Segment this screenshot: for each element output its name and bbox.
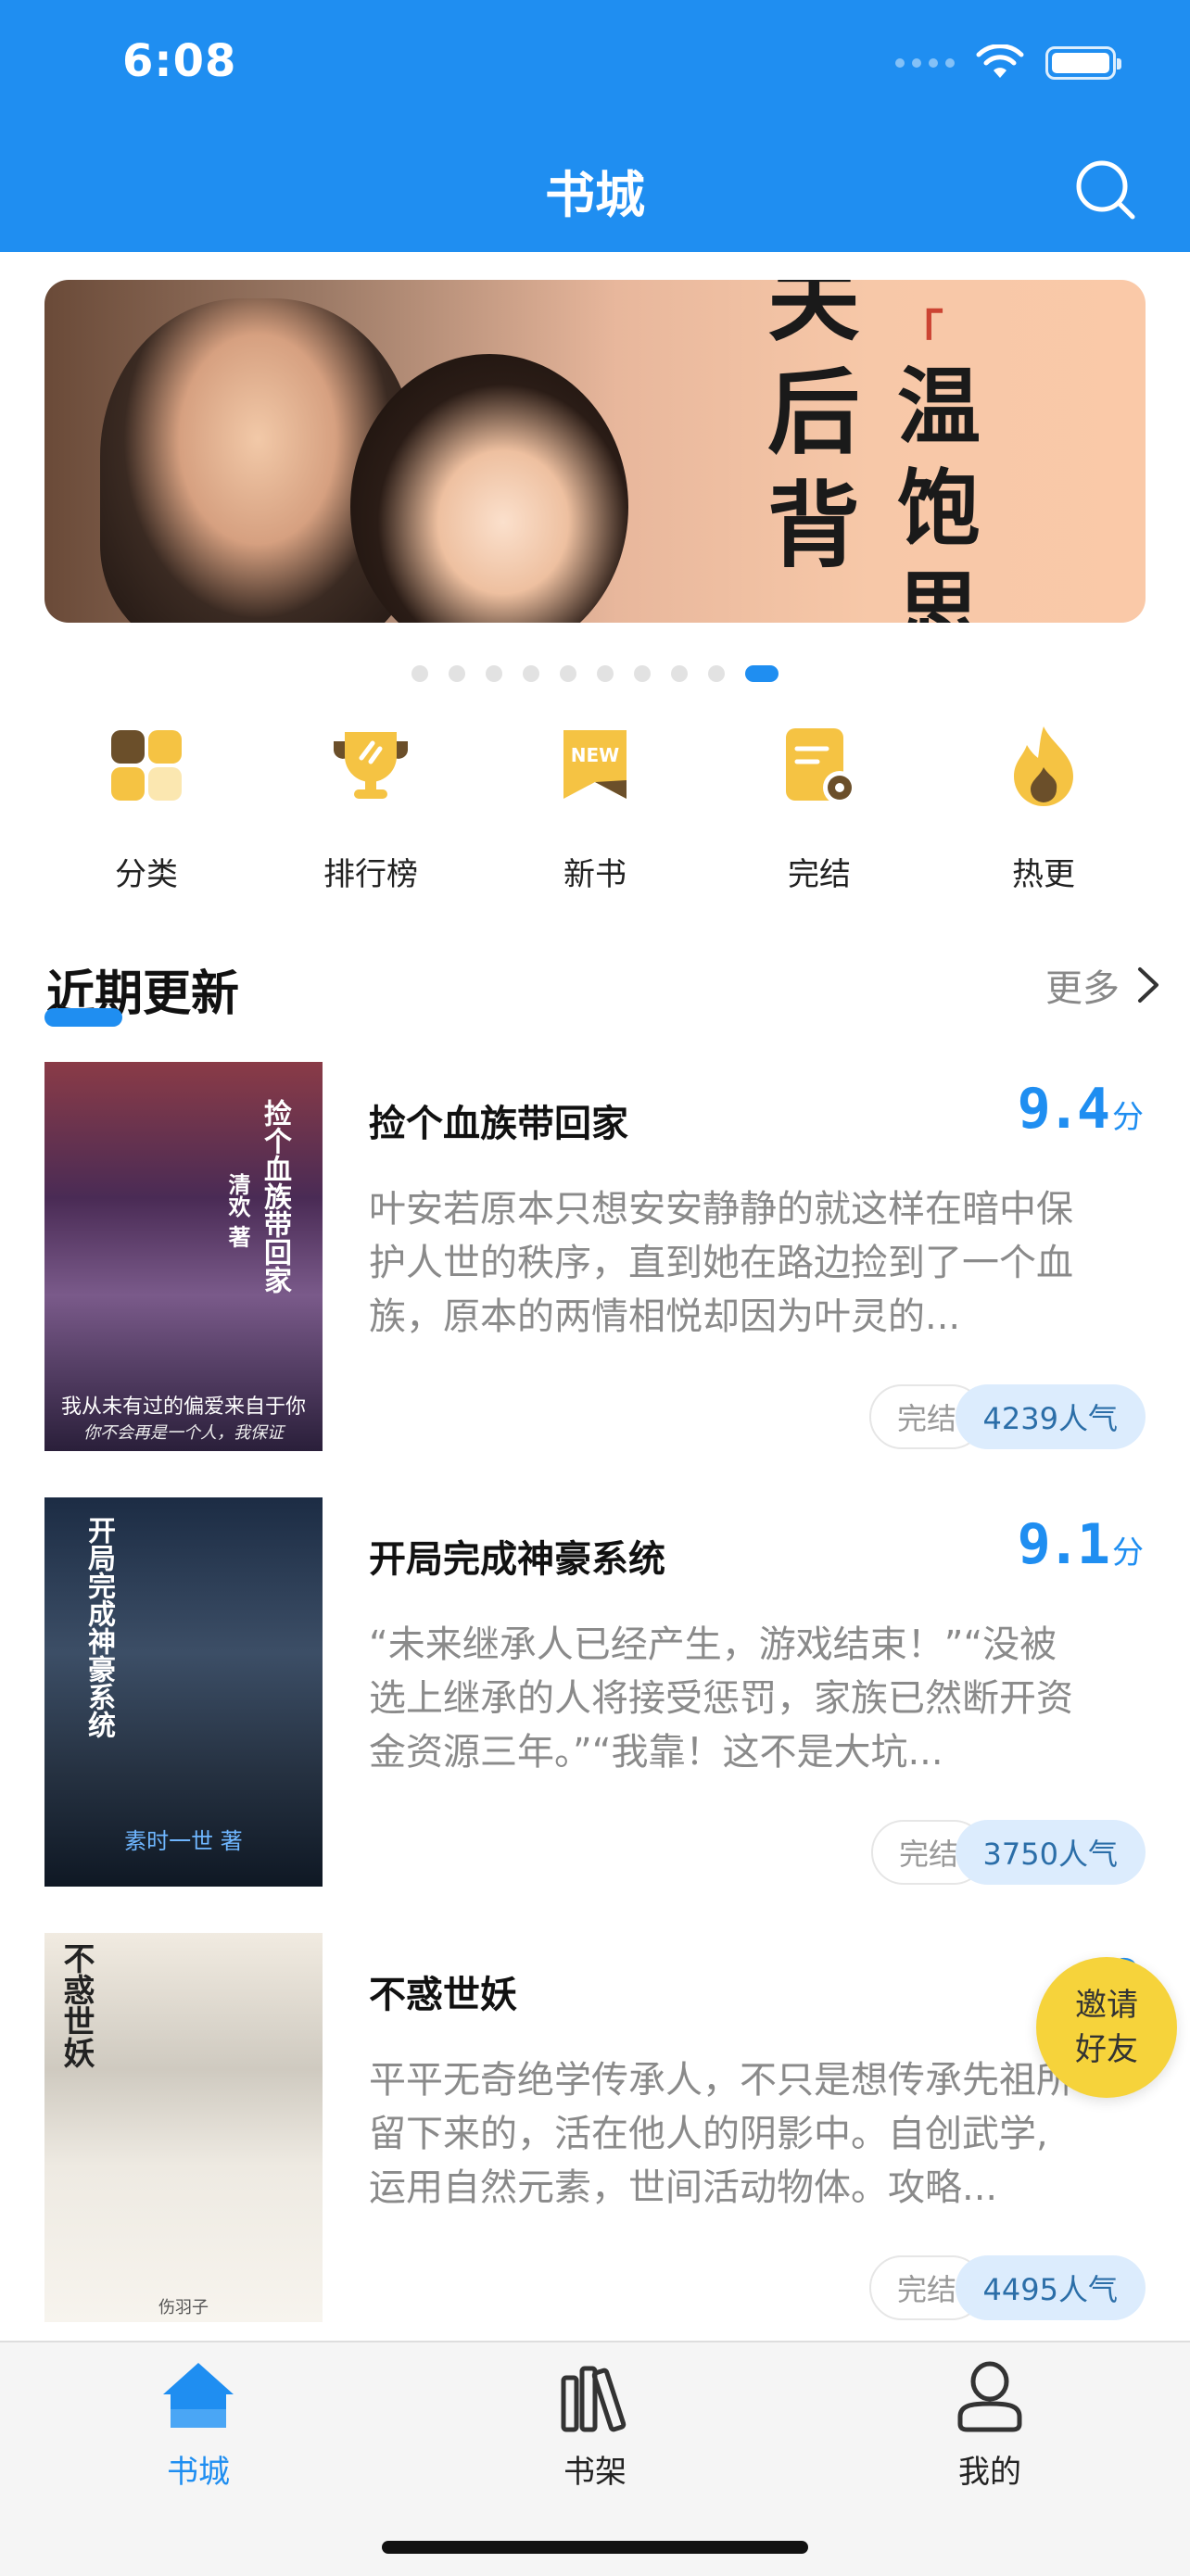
book-score: 9.1 分 xyxy=(1017,1512,1144,1577)
invite-friends-button[interactable]: 邀请 好友 xyxy=(1036,1957,1177,2098)
book-cover[interactable]: 捡个血族带回家 清欢 著 我从未有过的偏爱来自于你 你不会再是一个人，我保证 xyxy=(44,1062,323,1451)
battery-icon xyxy=(1045,46,1121,80)
banner-pagination[interactable] xyxy=(0,665,1190,682)
book-card[interactable]: 捡个血族带回家 清欢 著 我从未有过的偏爱来自于你 你不会再是一个人，我保证 捡… xyxy=(0,1062,1190,1451)
home-indicator xyxy=(382,2541,808,2554)
page-dot xyxy=(560,665,576,682)
page-dot xyxy=(597,665,614,682)
book-description: 平平无奇绝学传承人，不只是想传承先祖所留下来的，活在他人的阴影中。自创武学,运用… xyxy=(369,2059,1073,2209)
wifi-icon xyxy=(976,44,1024,78)
page-dot xyxy=(411,665,428,682)
page-dot xyxy=(708,665,725,682)
search-icon[interactable] xyxy=(1073,158,1138,222)
book-score: 9.4 分 xyxy=(1017,1077,1144,1142)
page-dot xyxy=(523,665,539,682)
page-dot xyxy=(486,665,502,682)
page-dot-active xyxy=(745,665,779,682)
category-classify[interactable]: 分类 xyxy=(54,721,239,894)
book-title: 开局完成神豪系统 xyxy=(369,1538,665,1581)
page-dot xyxy=(671,665,688,682)
grid-category-icon xyxy=(111,730,182,801)
top-header: 6:08 书城 xyxy=(0,0,1190,252)
status-icons xyxy=(895,44,1121,82)
page-dot xyxy=(449,665,465,682)
book-cover[interactable]: 开局完成神豪系统 素时一世 著 xyxy=(44,1497,323,1887)
new-badge-icon: NEW xyxy=(563,730,627,799)
book-description: “未来继承人已经产生，游戏结束！”“没被选上继承的人将接受惩罚，家族已然断开资金… xyxy=(369,1623,1073,1774)
book-title: 不惑世妖 xyxy=(369,1974,517,2016)
section-title-underline xyxy=(44,1008,122,1027)
tab-bookshelf[interactable]: 书架 xyxy=(493,2359,697,2492)
chevron-right-icon xyxy=(1138,967,1158,1003)
promo-banner[interactable]: 关 后 背 「 温 饱 思 xyxy=(44,280,1146,623)
page-dot xyxy=(634,665,651,682)
finished-doc-icon xyxy=(786,728,856,804)
profile-icon xyxy=(957,2361,1022,2432)
book-card[interactable]: 不惑世妖 伤羽子 不惑世妖 9 平平无奇绝学传承人，不只是想传承先祖所留下来的，… xyxy=(0,1933,1190,2322)
trophy-icon xyxy=(334,732,408,799)
svg-text:NEW: NEW xyxy=(571,744,619,766)
popularity-badge: 4495人气 xyxy=(955,2255,1146,2320)
category-ranking[interactable]: 排行榜 xyxy=(278,721,463,894)
page-title: 书城 xyxy=(545,166,645,224)
tab-bookstore[interactable]: 书城 xyxy=(96,2359,300,2492)
more-label: 更多 xyxy=(1045,967,1120,1010)
popularity-badge: 3750人气 xyxy=(955,1820,1146,1885)
category-finished[interactable]: 完结 xyxy=(727,721,912,894)
tab-profile[interactable]: 我的 xyxy=(888,2359,1092,2492)
popularity-badge: 4239人气 xyxy=(955,1384,1146,1449)
bookshelf-icon xyxy=(561,2366,627,2432)
category-new-books[interactable]: NEW 新书 xyxy=(502,721,688,894)
flame-icon xyxy=(1014,726,1073,806)
book-description: 叶安若原本只想安安静静的就这样在暗中保护人世的秩序，直到她在路边捡到了一个血族，… xyxy=(369,1188,1073,1338)
status-time: 6:08 xyxy=(122,35,237,87)
book-cover[interactable]: 不惑世妖 伤羽子 xyxy=(44,1933,323,2322)
category-hot-updates[interactable]: 热更 xyxy=(951,721,1136,894)
more-link[interactable]: 更多 xyxy=(1045,958,1160,1012)
book-title: 捡个血族带回家 xyxy=(369,1103,628,1145)
cellular-signal-icon xyxy=(895,58,955,68)
book-card[interactable]: 开局完成神豪系统 素时一世 著 开局完成神豪系统 9.1 分 “未来继承人已经产… xyxy=(0,1497,1190,1887)
banner-title-text: 关 后 背 「 温 饱 思 xyxy=(767,280,981,623)
home-icon xyxy=(163,2363,234,2428)
